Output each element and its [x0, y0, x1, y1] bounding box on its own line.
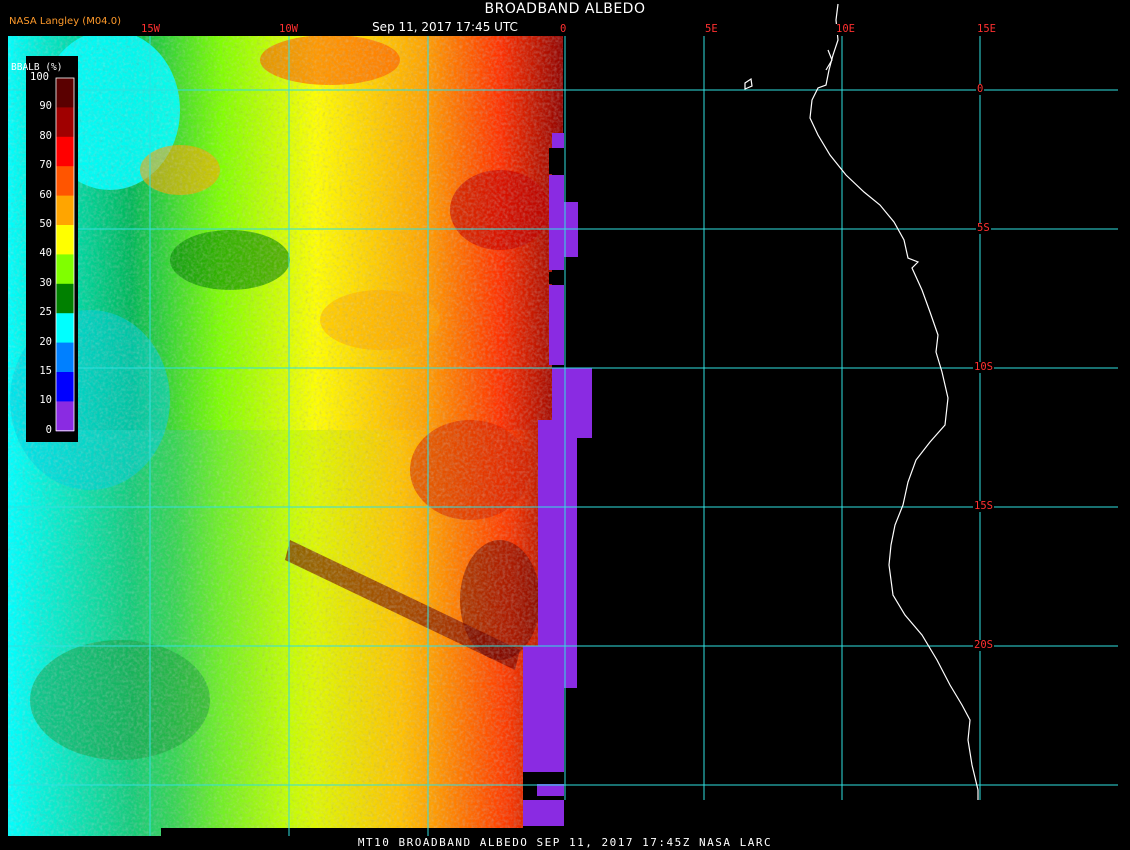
colorbar-swatch: [56, 342, 74, 373]
lat-label-15s: 15S: [973, 500, 994, 512]
colorbar-tick-label: 90: [39, 100, 52, 113]
lon-label-5e: 5E: [704, 23, 719, 35]
lon-label-10e: 10E: [835, 23, 856, 35]
colorbar-tick-label: 30: [39, 276, 52, 289]
colorbar-tick-label: 50: [39, 218, 52, 230]
lon-label-15e: 15E: [976, 23, 997, 35]
colorbar: [26, 56, 78, 442]
colorbar-tick-label: 0: [45, 423, 52, 436]
lon-label-10w: 10W: [278, 23, 299, 35]
colorbar-tick-label: 70: [39, 159, 52, 172]
colorbar-swatch: [56, 254, 74, 285]
colorbar-swatch: [56, 107, 74, 138]
albedo-map: [8, 3, 1118, 836]
lon-label-0: 0: [559, 23, 568, 35]
colorbar-tick-label: 60: [39, 188, 52, 201]
colorbar-tick-label: 15: [39, 365, 52, 377]
credit-label: NASA Langley (M04.0): [9, 16, 121, 27]
footer-caption: MT10 BROADBAND ALBEDO SEP 11, 2017 17:45…: [357, 836, 773, 849]
lat-label-5s: 5S: [976, 222, 991, 234]
lon-label-15w: 15W: [140, 23, 161, 35]
colorbar-swatch: [56, 283, 74, 314]
colorbar-swatch: [56, 136, 74, 167]
coastline: [744, 3, 979, 800]
colorbar-swatch: [56, 225, 74, 255]
colorbar-tick-label: 100: [30, 71, 49, 83]
albedo-swath: [8, 36, 563, 836]
colorbar-tick-label: 25: [39, 306, 52, 319]
colorbar-tick-label: 10: [39, 394, 52, 407]
lat-label-10s: 10S: [973, 361, 994, 373]
lat-label-0: 0: [976, 83, 985, 95]
colorbar-swatch: [56, 313, 74, 344]
colorbar-swatch: [56, 372, 74, 402]
colorbar-swatch: [56, 166, 74, 197]
colorbar-swatch: [56, 401, 74, 432]
colorbar-tick-label: 80: [39, 129, 52, 142]
colorbar-tick-label: 40: [39, 247, 52, 260]
lat-label-20s: 20S: [973, 639, 994, 651]
page-title: BROADBAND ALBEDO: [484, 1, 646, 17]
colorbar-tick-label: 20: [39, 335, 52, 348]
colorbar-swatch: [56, 195, 74, 226]
colorbar-swatch: [56, 78, 74, 108]
